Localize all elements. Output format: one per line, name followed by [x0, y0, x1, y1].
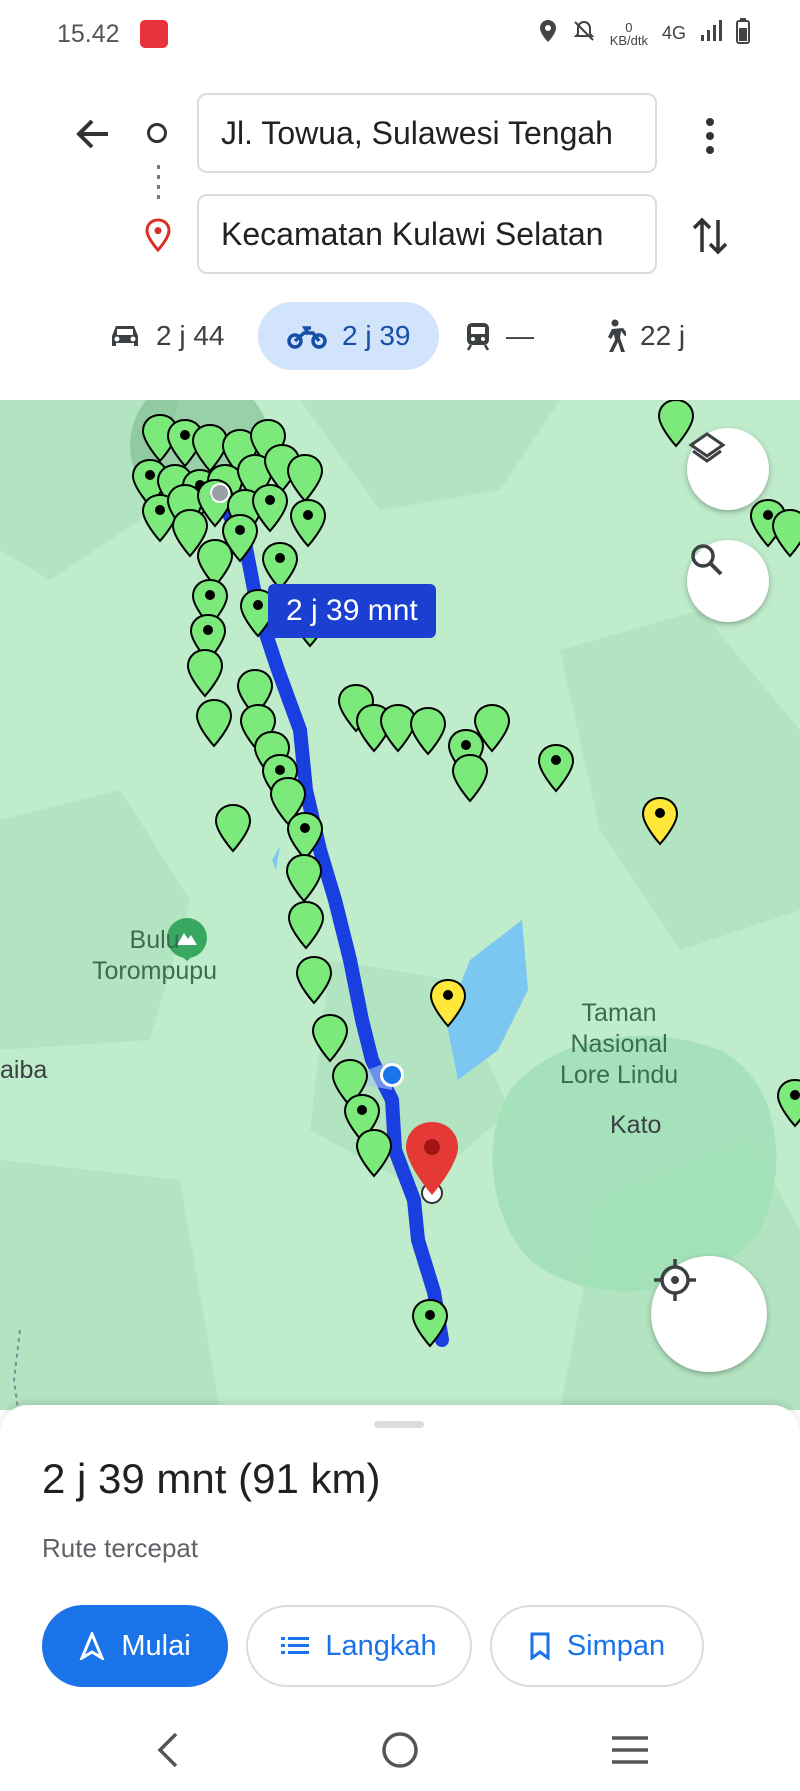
sheet-drag-handle[interactable]: [374, 1421, 424, 1428]
more-vert-icon: [706, 118, 714, 154]
map-label-mountain: Bulu Torompupu: [92, 926, 218, 985]
my-location-button[interactable]: [651, 1256, 767, 1372]
list-icon: [281, 1637, 310, 1654]
map-view[interactable]: Bulu Torompupu Taman Nasional Lore Lindu Ka…: [0, 400, 800, 1410]
nav-menu-button[interactable]: [610, 1734, 650, 1771]
directions-header: Jl. Towua, Sulawesi Tengah Kecamatan Kul…: [0, 70, 800, 400]
navigation-arrow-icon: [79, 1632, 105, 1660]
notification-app-icon: [140, 20, 168, 48]
steps-button[interactable]: Langkah: [246, 1605, 472, 1687]
transit-icon: [466, 323, 490, 351]
nav-home-button[interactable]: [380, 1730, 420, 1775]
more-options-button[interactable]: [695, 110, 725, 162]
travel-modes: 2 j 44 2 j 39 — 22 j: [0, 302, 800, 372]
bookmark-icon: [530, 1632, 550, 1660]
status-time: 15.42: [57, 20, 120, 48]
status-bar: 15.42 0 KB/dtk 4G: [0, 0, 800, 70]
destination-pin-icon: [144, 218, 172, 257]
save-button-label: Simpan: [566, 1629, 666, 1662]
route-dots: [157, 165, 160, 201]
route-summary-subtitle: Rute tercepat: [42, 1533, 199, 1563]
mute-icon: [572, 19, 596, 48]
crosshair-icon: [654, 1259, 696, 1301]
search-button[interactable]: [687, 540, 769, 622]
route-duration-badge[interactable]: 2 j 39 mnt: [268, 584, 436, 638]
arrow-back-icon: [76, 119, 108, 149]
car-icon: [112, 326, 138, 346]
battery-icon: [736, 18, 750, 49]
mode-transit[interactable]: —: [464, 302, 534, 370]
net-speed: 0 KB/dtk: [609, 19, 648, 48]
motorcycle-icon: [287, 326, 327, 349]
nav-back-button[interactable]: [150, 1730, 186, 1775]
walk-icon: [608, 319, 626, 352]
map-label-edge: aiba: [0, 1056, 48, 1084]
layers-button[interactable]: [687, 428, 769, 510]
mode-car-time: 2 j 44: [156, 320, 225, 351]
home-circle-icon: [382, 1732, 418, 1768]
back-button[interactable]: [68, 110, 116, 158]
start-button-label: Mulai: [121, 1629, 191, 1662]
network-type: 4G: [661, 23, 686, 43]
mode-car[interactable]: 2 j 44: [108, 302, 225, 370]
status-icons: 0 KB/dtk 4G: [538, 18, 750, 49]
route-summary-title: 2 j 39 mnt (91 km): [42, 1455, 381, 1502]
stream: [272, 846, 280, 870]
system-nav-bar: [0, 1710, 800, 1791]
map-label-town: Kato: [610, 1111, 662, 1139]
save-button[interactable]: Simpan: [490, 1605, 704, 1687]
start-marker: [210, 483, 230, 503]
mode-motorcycle-time: 2 j 39: [342, 320, 411, 351]
mode-walk-time: 22 j: [640, 320, 686, 351]
menu-icon: [612, 1736, 648, 1764]
chevron-left-icon: [157, 1732, 178, 1768]
layers-icon: [688, 432, 726, 463]
mode-walk[interactable]: 22 j: [600, 302, 685, 370]
start-button[interactable]: Mulai: [42, 1605, 228, 1687]
destination-input[interactable]: Kecamatan Kulawi Selatan: [197, 194, 657, 274]
swap-button[interactable]: [688, 210, 732, 262]
steps-button-label: Langkah: [325, 1629, 437, 1662]
mode-motorcycle[interactable]: 2 j 39: [258, 302, 439, 370]
search-icon: [691, 544, 723, 576]
origin-input[interactable]: Jl. Towua, Sulawesi Tengah: [197, 93, 657, 173]
mode-transit-time: —: [506, 320, 534, 351]
map-label-park: Taman Nasional Lore Lindu: [560, 999, 679, 1089]
swap-vert-icon: [692, 217, 728, 255]
origin-circle-icon: [147, 123, 167, 143]
location-icon: [538, 19, 558, 48]
signal-icon: [700, 20, 722, 47]
